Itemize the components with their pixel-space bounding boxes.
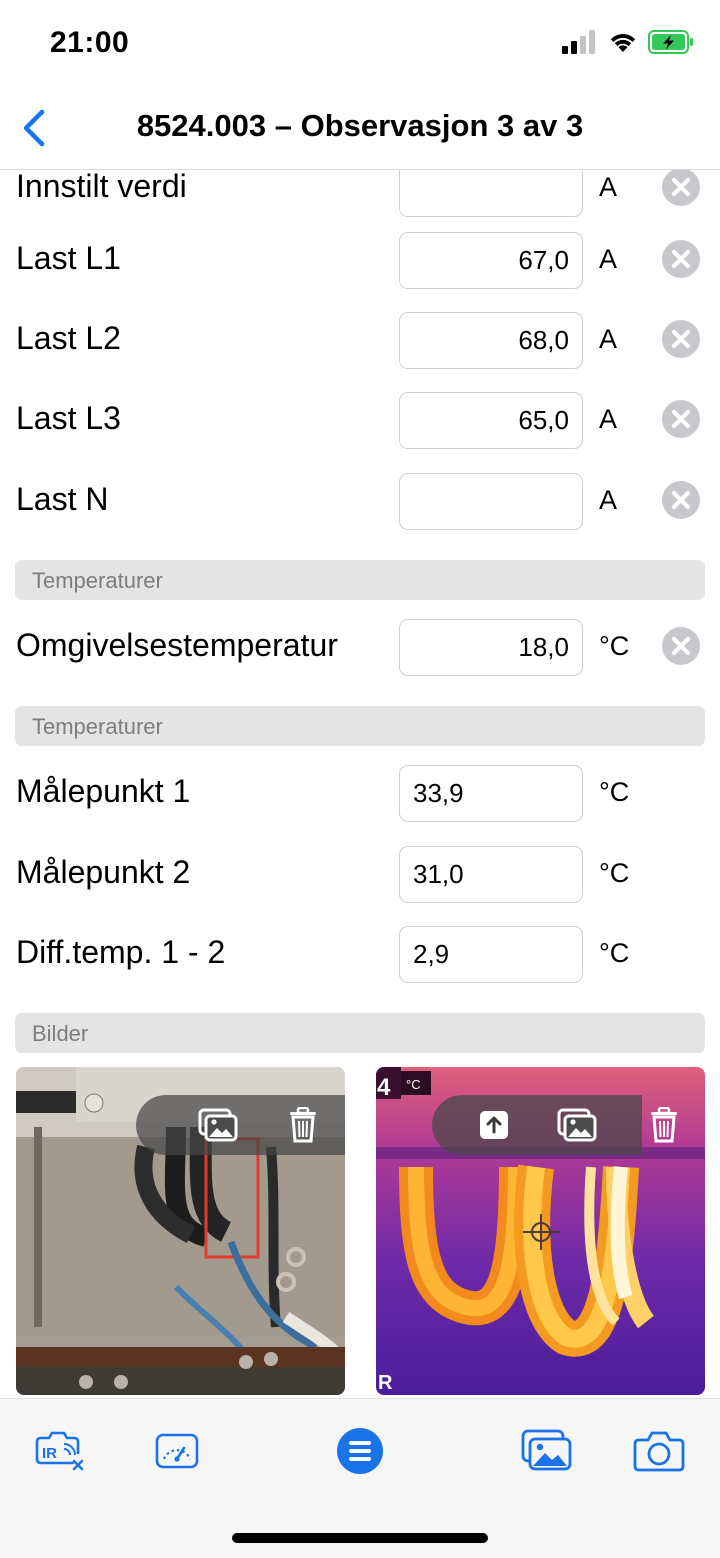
last-l3-input[interactable]: [399, 392, 583, 449]
field-row-last-l2: Last L2 A: [0, 300, 720, 380]
upload-icon: [480, 1111, 508, 1139]
thermal-range-unit: °C: [406, 1077, 421, 1092]
home-indicator: [232, 1533, 488, 1543]
clear-icon[interactable]: [662, 400, 700, 438]
status-icons: [562, 30, 694, 54]
ir-camera-button[interactable]: IR: [32, 1427, 86, 1475]
diff-temp-input[interactable]: [399, 926, 583, 983]
section-header-bilder: Bilder: [15, 1013, 705, 1053]
delete-image-button[interactable]: [644, 1107, 684, 1143]
photo-actions-overlay: [136, 1095, 345, 1155]
malepunkt-2-input[interactable]: [399, 846, 583, 903]
omgivelsestemperatur-input[interactable]: [399, 619, 583, 676]
unit-label: °C: [599, 938, 630, 968]
section-title: Temperaturer: [32, 714, 163, 739]
field-label: Last L3: [16, 400, 121, 436]
replace-image-button[interactable]: [198, 1107, 238, 1143]
unit-label: A: [599, 172, 618, 202]
field-label: Innstilt verdi: [16, 170, 187, 204]
last-l2-input[interactable]: [399, 312, 583, 369]
clear-icon[interactable]: [662, 170, 700, 206]
field-row-omgivelsestemperatur: Omgivelsestemperatur °C: [0, 607, 720, 687]
field-label: Last L1: [16, 240, 121, 276]
clear-icon[interactable]: [662, 481, 700, 519]
camera-icon: [633, 1431, 685, 1472]
svg-text:IR: IR: [42, 1445, 57, 1462]
last-l1-input[interactable]: [399, 232, 583, 289]
field-row-malepunkt-1: Målepunkt 1 °C: [0, 753, 720, 833]
unit-label: °C: [599, 777, 630, 807]
field-row-last-n: Last N A: [0, 461, 720, 541]
innstilt-verdi-input[interactable]: [399, 170, 583, 217]
section-title: Bilder: [32, 1021, 89, 1046]
navigation-bar: 8524.003 – Observasjon 3 av 3: [0, 88, 720, 170]
photo-library-icon: [521, 1429, 572, 1471]
trash-icon: [651, 1107, 677, 1143]
field-label: Diff.temp. 1 - 2: [16, 934, 226, 970]
status-time: 21:00: [50, 26, 130, 59]
field-label: Omgivelsestemperatur: [16, 627, 338, 663]
last-n-input[interactable]: [399, 473, 583, 530]
field-label: Last N: [16, 481, 109, 517]
wifi-icon: [610, 34, 636, 52]
unit-label: °C: [599, 858, 630, 888]
section-header-temperaturer: Temperaturer: [15, 560, 705, 600]
field-row-last-l3: Last L3 A: [0, 380, 720, 460]
trash-icon: [290, 1107, 316, 1143]
camera-button[interactable]: [632, 1427, 686, 1475]
replace-image-button[interactable]: [557, 1107, 597, 1143]
thermal-photo[interactable]: 4 °C R: [376, 1067, 705, 1395]
bottom-toolbar: IR: [0, 1398, 720, 1558]
unit-label: A: [599, 485, 618, 515]
unit-label: A: [599, 324, 618, 354]
clear-icon[interactable]: [662, 627, 700, 665]
photo-gallery-icon: [557, 1108, 597, 1142]
malepunkt-1-input[interactable]: [399, 765, 583, 822]
thermal-brand-mark: R: [378, 1372, 393, 1394]
visual-photo[interactable]: [16, 1067, 345, 1395]
field-label: Målepunkt 1: [16, 773, 191, 809]
unit-label: A: [599, 404, 618, 434]
section-title: Temperaturer: [32, 568, 163, 593]
field-row-malepunkt-2: Målepunkt 2 °C: [0, 834, 720, 914]
field-row-diff-temp: Diff.temp. 1 - 2 °C: [0, 914, 720, 994]
clear-icon[interactable]: [662, 320, 700, 358]
photo-actions-overlay: [432, 1095, 642, 1155]
battery-charging-icon: [648, 30, 693, 54]
photo-library-button[interactable]: [520, 1427, 574, 1475]
cellular-signal-icon: [562, 30, 595, 54]
list-menu-icon: [337, 1428, 383, 1474]
gauge-meter-icon: [155, 1433, 199, 1469]
field-label: Målepunkt 2: [16, 854, 191, 890]
field-label: Last L2: [16, 320, 121, 356]
field-row-last-l1: Last L1 A: [0, 220, 720, 300]
section-header-temperaturer-malepunkt: Temperaturer: [15, 706, 705, 746]
status-bar: 21:00: [0, 0, 720, 88]
upload-image-button[interactable]: [474, 1107, 514, 1143]
observation-form[interactable]: Innstilt verdi A Last L1 A Last L2 A Las…: [0, 170, 720, 1398]
menu-button[interactable]: [333, 1427, 387, 1475]
unit-label: A: [599, 244, 618, 274]
clear-icon[interactable]: [662, 240, 700, 278]
page-title: 8524.003 – Observasjon 3 av 3: [136, 108, 584, 143]
ir-camera-disconnected-icon: IR: [35, 1431, 84, 1471]
thermal-range-value: 4: [377, 1074, 391, 1101]
photo-gallery-icon: [198, 1108, 238, 1142]
gauge-meter-button[interactable]: [150, 1427, 204, 1475]
unit-label: °C: [599, 631, 630, 661]
delete-image-button[interactable]: [283, 1107, 323, 1143]
